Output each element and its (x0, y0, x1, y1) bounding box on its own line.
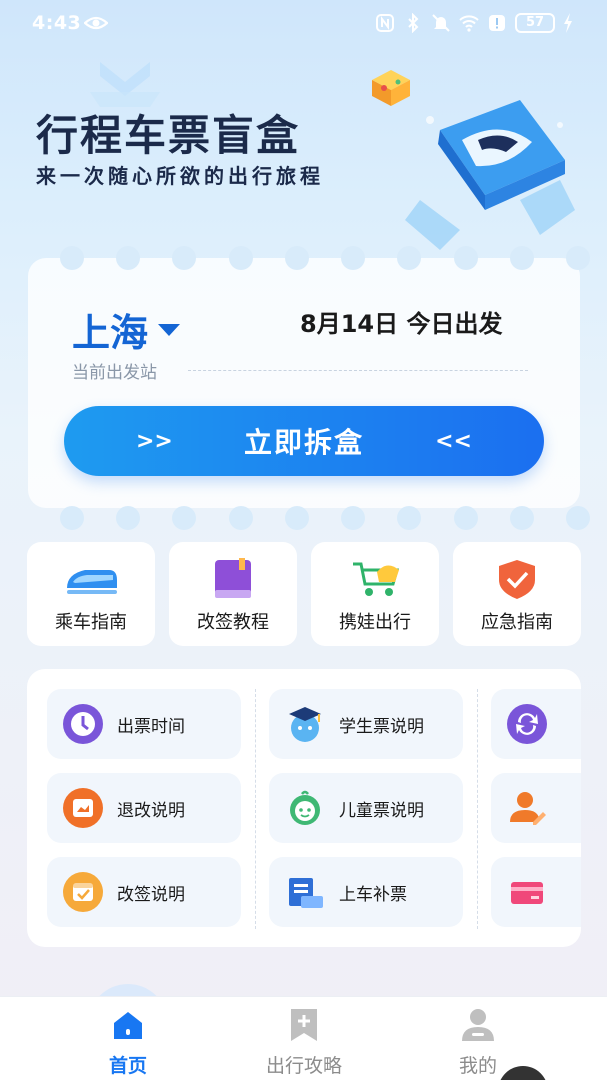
hero-banner: 行程车票盲盒 来一次随心所欲的出行旅程 (0, 50, 607, 250)
city-selector[interactable]: 上海 (72, 302, 181, 357)
info-item-refund[interactable]: 退改说明 (47, 773, 241, 843)
bookmark-plus-icon (291, 1009, 317, 1041)
user-edit-icon (510, 792, 546, 825)
hero-title: 行程车票盲盒 (36, 111, 301, 160)
info-item-onboard-ticket[interactable]: 上车补票 (269, 857, 463, 927)
info-label: 学生票说明 (339, 716, 424, 737)
open-box-button[interactable]: >> 立即拆盒 << (64, 406, 544, 476)
guide-cards: 乘车指南 改签教程 携娃出行 应急指南 (27, 542, 581, 646)
info-label: 退改说明 (117, 800, 185, 821)
info-item-student-ticket[interactable]: 学生票说明 (269, 689, 463, 759)
info-item-ticketing-time[interactable]: 出票时间 (47, 689, 241, 759)
right-arrows: << (435, 428, 472, 454)
info-label: 出票时间 (117, 716, 185, 737)
ticket-card: 上海 8月14日 今日出发 当前出发站 >> 立即拆盒 << (28, 246, 590, 530)
departure-city[interactable]: 上海 (72, 302, 148, 357)
guide-card-with-kids[interactable]: 携娃出行 (311, 542, 439, 646)
mute-bell-icon (432, 14, 450, 32)
info-item-passenger[interactable] (491, 773, 581, 843)
clock-icon (63, 704, 103, 744)
station-hint: 当前出发站 (72, 363, 157, 383)
bluetooth-icon (408, 13, 419, 33)
status-time: 4:43 (32, 12, 82, 34)
ticket-receipt-icon (289, 878, 323, 908)
refresh-icon (507, 704, 547, 744)
stroller-icon (353, 562, 399, 596)
child-icon (290, 790, 320, 825)
divider (255, 689, 256, 929)
scallop-top (60, 246, 590, 270)
nav-label: 出行攻略 (265, 1055, 342, 1077)
train-ticket-icon (405, 100, 575, 250)
nav-travel-guide[interactable]: 出行攻略 (234, 997, 374, 1080)
guide-label: 携娃出行 (339, 612, 411, 633)
user-icon (462, 1009, 494, 1041)
divider (188, 370, 528, 371)
info-item-child-ticket[interactable]: 儿童票说明 (269, 773, 463, 843)
info-item-reschedule[interactable]: 改签说明 (47, 857, 241, 927)
guide-card-emergency[interactable]: 应急指南 (453, 542, 581, 646)
nav-label: 首页 (108, 1055, 147, 1077)
info-panel: 出票时间 学生票说明 退改说明 儿童票说明 改签说明 上车补票 (27, 669, 581, 947)
refund-icon (63, 788, 103, 828)
alert-icon (489, 15, 505, 31)
info-label: 改签说明 (117, 884, 185, 905)
scallop-bottom (60, 506, 590, 530)
status-bar: 4:43 57 (0, 0, 607, 50)
left-arrows: >> (136, 428, 173, 454)
caret-down-icon[interactable] (158, 323, 181, 336)
charging-icon (564, 13, 572, 33)
guide-label: 改签教程 (197, 612, 269, 633)
card-icon (511, 882, 543, 904)
info-item-exchange[interactable] (491, 689, 581, 759)
eye-icon (84, 16, 108, 30)
guide-card-reschedule-tutorial[interactable]: 改签教程 (169, 542, 297, 646)
train-icon (67, 570, 117, 594)
guide-label: 应急指南 (481, 612, 553, 633)
info-label: 上车补票 (339, 884, 407, 905)
departure-date[interactable]: 8月14日 今日出发 (300, 304, 502, 339)
info-item-card[interactable] (491, 857, 581, 927)
guide-label: 乘车指南 (55, 612, 127, 633)
nfc-icon (376, 14, 394, 32)
shield-check-icon (499, 560, 535, 599)
open-box-label: 立即拆盒 (243, 426, 364, 459)
guide-card-boarding[interactable]: 乘车指南 (27, 542, 155, 646)
divider (477, 689, 478, 929)
home-icon (114, 1012, 142, 1039)
battery-indicator: 57 (515, 13, 555, 33)
info-label: 儿童票说明 (339, 800, 424, 821)
calendar-check-icon (63, 872, 103, 912)
book-icon (215, 558, 251, 598)
hero-subtitle: 来一次随心所欲的出行旅程 (36, 164, 324, 188)
nav-home[interactable]: 首页 (58, 997, 198, 1080)
wifi-icon (459, 15, 479, 32)
student-icon (289, 707, 321, 742)
